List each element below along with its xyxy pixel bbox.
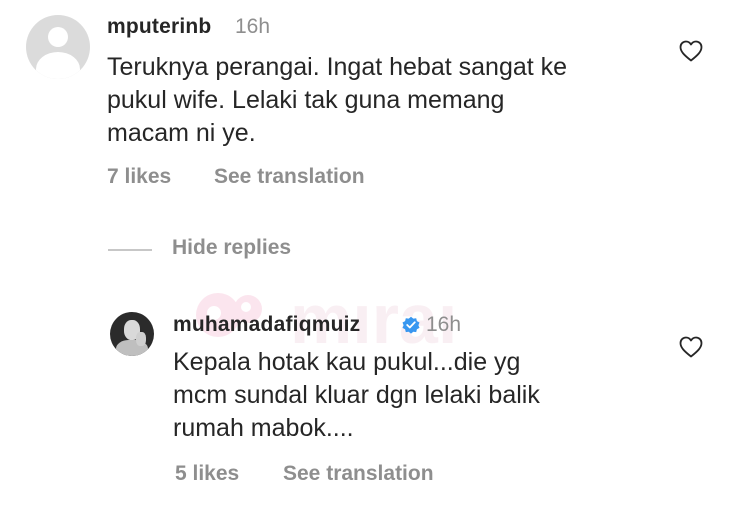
reply-text-line: rumah mabok.... <box>173 414 354 442</box>
comment-text-line: Teruknya perangai. Ingat hebat sangat ke <box>107 53 568 81</box>
user-avatar[interactable] <box>110 312 154 356</box>
reply-likes-link[interactable]: 5 likes <box>175 462 239 486</box>
comment-text-line: macam ni ye. <box>107 119 256 147</box>
verified-badge-icon <box>402 316 420 334</box>
comment-timestamp: 16h <box>235 15 271 38</box>
reply-username[interactable]: muhamadafiqmuiz <box>173 313 360 337</box>
reply-see-translation-link[interactable]: See translation <box>283 462 434 486</box>
reply-text: Kepala hotak kau pukul...die yg mcm sund… <box>173 346 693 445</box>
heart-icon[interactable] <box>679 40 703 62</box>
default-avatar-icon[interactable] <box>26 15 90 79</box>
hide-replies-button[interactable]: Hide replies <box>172 236 291 260</box>
comment-text: Teruknya perangai. Ingat hebat sangat ke… <box>107 51 667 150</box>
comment-text-line: pukul wife. Lelaki tak guna memang <box>107 86 505 114</box>
comment-see-translation-link[interactable]: See translation <box>214 165 365 189</box>
comment-item: mputerinb 16h Teruknya perangai. Ingat h… <box>0 0 750 210</box>
replies-divider <box>108 249 152 251</box>
comment-likes-link[interactable]: 7 likes <box>107 165 171 189</box>
comment-username[interactable]: mputerinb <box>107 15 211 39</box>
reply-text-line: Kepala hotak kau pukul...die yg <box>173 348 521 376</box>
heart-icon[interactable] <box>679 336 703 358</box>
reply-text-line: mcm sundal kluar dgn lelaki balik <box>173 381 540 409</box>
reply-item: muhamadafiqmuiz 16h Kepala hotak kau puk… <box>0 300 750 508</box>
reply-timestamp: 16h <box>426 313 462 336</box>
